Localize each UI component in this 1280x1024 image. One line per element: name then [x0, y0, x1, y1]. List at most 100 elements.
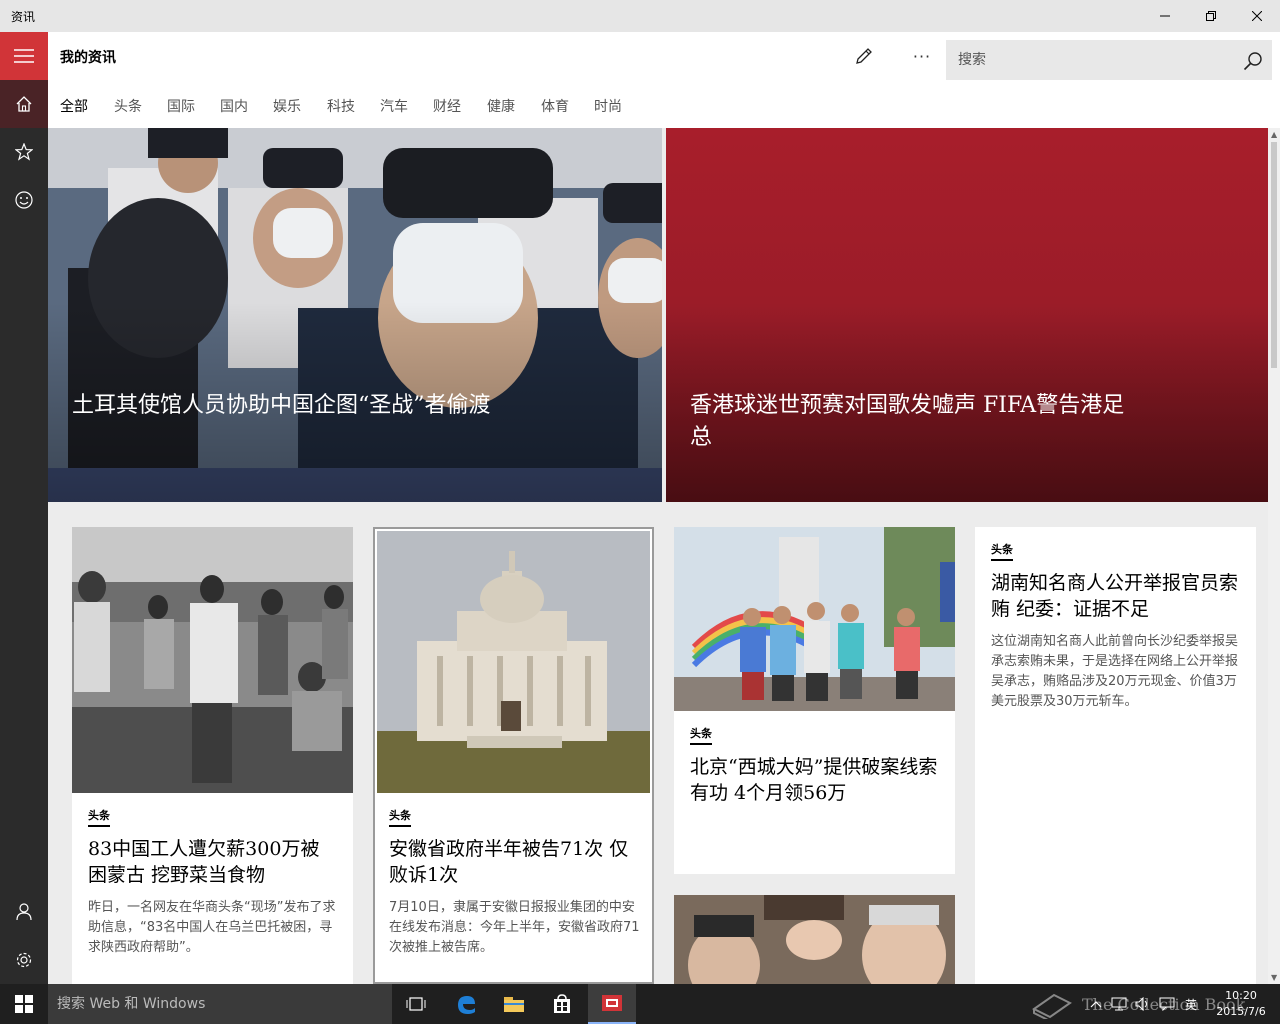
tab-health[interactable]: 健康	[487, 96, 515, 116]
category-tag: 头条	[88, 807, 110, 827]
category-tag: 头条	[690, 725, 712, 745]
hamburger-icon	[14, 49, 34, 63]
app-header: 我的资讯 ···	[48, 32, 1280, 80]
news-feed: 土耳其使馆人员协助中国企图“圣战”者偷渡 香港球迷世预赛对国歌发嘘声 FIFA警…	[48, 128, 1268, 984]
edge-browser-button[interactable]	[442, 984, 490, 1024]
home-icon	[16, 96, 32, 112]
clock-date: 2015/7/6	[1216, 1005, 1266, 1018]
store-button[interactable]	[538, 984, 586, 1024]
card-headline: 湖南知名商人公开举报官员索贿 纪委：证据不足	[991, 572, 1239, 620]
card-summary: 7月10日，隶属于安徽日报报业集团的中安在线发布消息：今年上半年，安徽省政府71…	[389, 900, 640, 955]
window-title: 资讯	[11, 10, 36, 24]
card-summary: 这位湖南知名商人此前曾向长沙纪委举报吴承志索贿未果，于是选择在网络上公开举报吴承…	[991, 634, 1239, 709]
volume-button[interactable]	[1132, 984, 1154, 1024]
ime-indicator[interactable]: 英	[1180, 984, 1202, 1024]
taskbar: The Collection Book 英 10:20 2015/7/6	[0, 984, 1280, 1024]
sidebar-item-interests[interactable]	[0, 176, 48, 224]
network-icon	[1111, 997, 1127, 1011]
taskbar-search-input[interactable]	[48, 984, 392, 1024]
task-view-icon	[406, 997, 426, 1011]
tab-international[interactable]: 国际	[167, 96, 195, 116]
gear-icon	[16, 952, 32, 968]
restore-button[interactable]	[1188, 0, 1234, 32]
news-card[interactable]: 头条 安徽省政府半年被告71次 仅败诉1次 7月10日，隶属于安徽日报报业集团的…	[373, 527, 654, 984]
tab-all[interactable]: 全部	[60, 96, 88, 116]
sidebar-item-account[interactable]	[0, 888, 48, 936]
hero-headline: 香港球迷世预赛对国歌发嘘声 FIFA警告港足总	[690, 393, 1125, 450]
message-icon	[1159, 997, 1175, 1011]
smiley-icon	[15, 191, 33, 209]
sidebar	[0, 32, 48, 984]
news-icon	[602, 995, 622, 1011]
news-card[interactable]	[674, 895, 955, 984]
clock-time: 10:20	[1225, 989, 1257, 1002]
file-explorer-button[interactable]	[490, 984, 538, 1024]
tab-entertainment[interactable]: 娱乐	[273, 96, 301, 116]
pencil-icon	[856, 48, 872, 64]
notifications-button[interactable]	[1156, 984, 1178, 1024]
search-icon	[1243, 52, 1262, 71]
search-box	[946, 40, 1272, 80]
search-input[interactable]	[946, 40, 1236, 80]
edge-icon	[458, 996, 475, 1014]
start-button[interactable]	[0, 984, 48, 1024]
tray-chevron-button[interactable]	[1086, 984, 1106, 1024]
news-app-button[interactable]	[588, 984, 636, 1024]
chevron-up-icon	[1090, 1001, 1102, 1008]
card-photo	[377, 531, 650, 793]
scroll-up-icon[interactable]: ▲	[1271, 130, 1277, 139]
card-headline: 安徽省政府半年被告71次 仅败诉1次	[389, 838, 629, 886]
title-bar: 资讯	[0, 0, 1280, 32]
book-icon	[1032, 993, 1072, 1019]
news-card[interactable]: 头条 湖南知名商人公开举报官员索贿 纪委：证据不足 这位湖南知名商人此前曾向长沙…	[975, 527, 1256, 984]
card-summary: 昨日，一名网友在华商头条“现场”发布了求助信息，“83名中国人在乌兰巴托被困，寻…	[88, 900, 336, 955]
tab-domestic[interactable]: 国内	[220, 96, 248, 116]
hamburger-menu-button[interactable]	[0, 32, 48, 80]
tab-auto[interactable]: 汽车	[380, 96, 408, 116]
windows-logo-icon	[15, 995, 33, 1013]
category-tag: 头条	[991, 541, 1013, 561]
network-button[interactable]	[1108, 984, 1130, 1024]
card-headline: 北京“西城大妈”提供破案线索有功 4个月领56万	[690, 756, 938, 804]
sidebar-item-home[interactable]	[0, 80, 48, 128]
xicheng-aunties-photo	[674, 527, 955, 711]
hero-headline: 土耳其使馆人员协助中国企图“圣战”者偷渡	[72, 393, 491, 418]
card-photo	[674, 527, 955, 711]
news-card[interactable]: 头条 83中国工人遭欠薪300万被困蒙古 挖野菜当食物 昨日，一名网友在华商头条…	[72, 527, 353, 984]
minimize-icon	[1160, 15, 1170, 17]
tab-finance[interactable]: 财经	[433, 96, 461, 116]
news-card[interactable]: 头条 北京“西城大妈”提供破案线索有功 4个月领56万	[674, 527, 955, 874]
folder-icon	[504, 997, 524, 1012]
hero-article-1[interactable]: 土耳其使馆人员协助中国企图“圣战”者偷渡	[48, 128, 662, 502]
speaker-icon	[1135, 997, 1147, 1011]
hero-article-2[interactable]: 香港球迷世预赛对国歌发嘘声 FIFA警告港足总	[666, 128, 1268, 502]
task-view-button[interactable]	[392, 984, 440, 1024]
more-options-button[interactable]: ···	[904, 40, 940, 72]
politicians-photo	[674, 895, 955, 984]
content-scrollbar[interactable]: ▲ ▼	[1268, 128, 1280, 984]
search-button[interactable]	[1240, 48, 1266, 74]
sidebar-item-settings[interactable]	[0, 936, 48, 984]
card-headline: 83中国工人遭欠薪300万被困蒙古 挖野菜当食物	[88, 838, 320, 886]
close-button[interactable]	[1234, 0, 1280, 32]
government-building-photo	[377, 531, 650, 793]
close-icon	[1252, 11, 1262, 21]
category-tabs: 全部 头条 国际 国内 娱乐 科技 汽车 财经 健康 体育 时尚	[48, 80, 1280, 128]
tab-sports[interactable]: 体育	[541, 96, 569, 116]
edit-button[interactable]	[846, 40, 882, 72]
store-icon	[554, 994, 570, 1013]
sidebar-item-favorites[interactable]	[0, 128, 48, 176]
page-title: 我的资讯	[60, 50, 116, 66]
taskbar-search	[48, 984, 392, 1024]
clock[interactable]: 10:20 2015/7/6	[1208, 988, 1274, 1020]
restore-icon	[1206, 11, 1216, 21]
tab-technology[interactable]: 科技	[327, 96, 355, 116]
workers-photo	[72, 527, 353, 793]
star-icon	[15, 143, 33, 161]
tab-fashion[interactable]: 时尚	[594, 96, 622, 116]
scroll-thumb[interactable]	[1271, 142, 1277, 368]
tab-headlines[interactable]: 头条	[114, 96, 142, 116]
category-tag: 头条	[389, 807, 411, 827]
scroll-down-icon[interactable]: ▼	[1271, 973, 1277, 982]
minimize-button[interactable]	[1142, 0, 1188, 32]
